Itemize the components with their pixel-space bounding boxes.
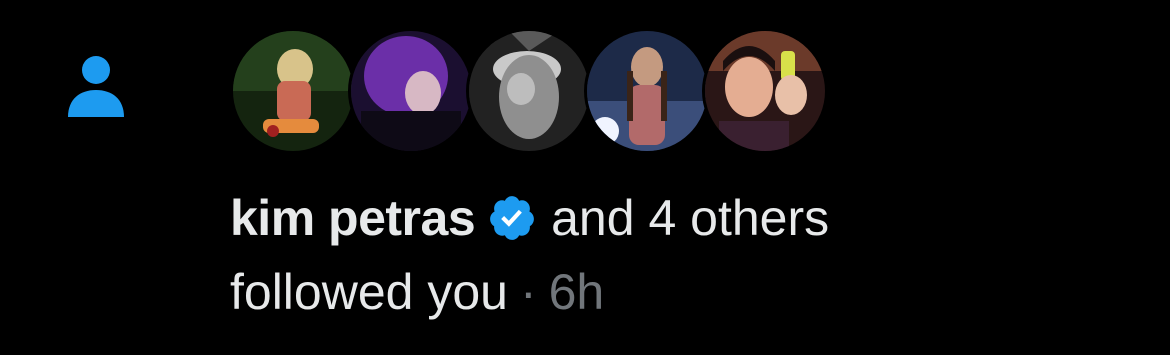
avatar[interactable]	[584, 28, 710, 154]
follow-notification[interactable]: kim petras and 4 others followed you · 6…	[0, 0, 1170, 355]
notification-headline: kim petras and 4 others	[230, 186, 829, 250]
notification-subline: followed you · 6h	[230, 260, 604, 324]
avatar[interactable]	[348, 28, 474, 154]
user-name-link[interactable]: kim petras	[230, 189, 476, 247]
avatar[interactable]	[466, 28, 592, 154]
timestamp: 6h	[548, 264, 605, 320]
avatar[interactable]	[702, 28, 828, 154]
avatar-stack	[230, 28, 850, 154]
verified-badge-icon	[487, 193, 537, 243]
avatar[interactable]	[230, 28, 356, 154]
separator-dot: ·	[519, 264, 537, 320]
action-text: followed you	[230, 264, 508, 320]
others-count-text: and 4 others	[551, 190, 830, 246]
person-icon	[66, 55, 126, 121]
